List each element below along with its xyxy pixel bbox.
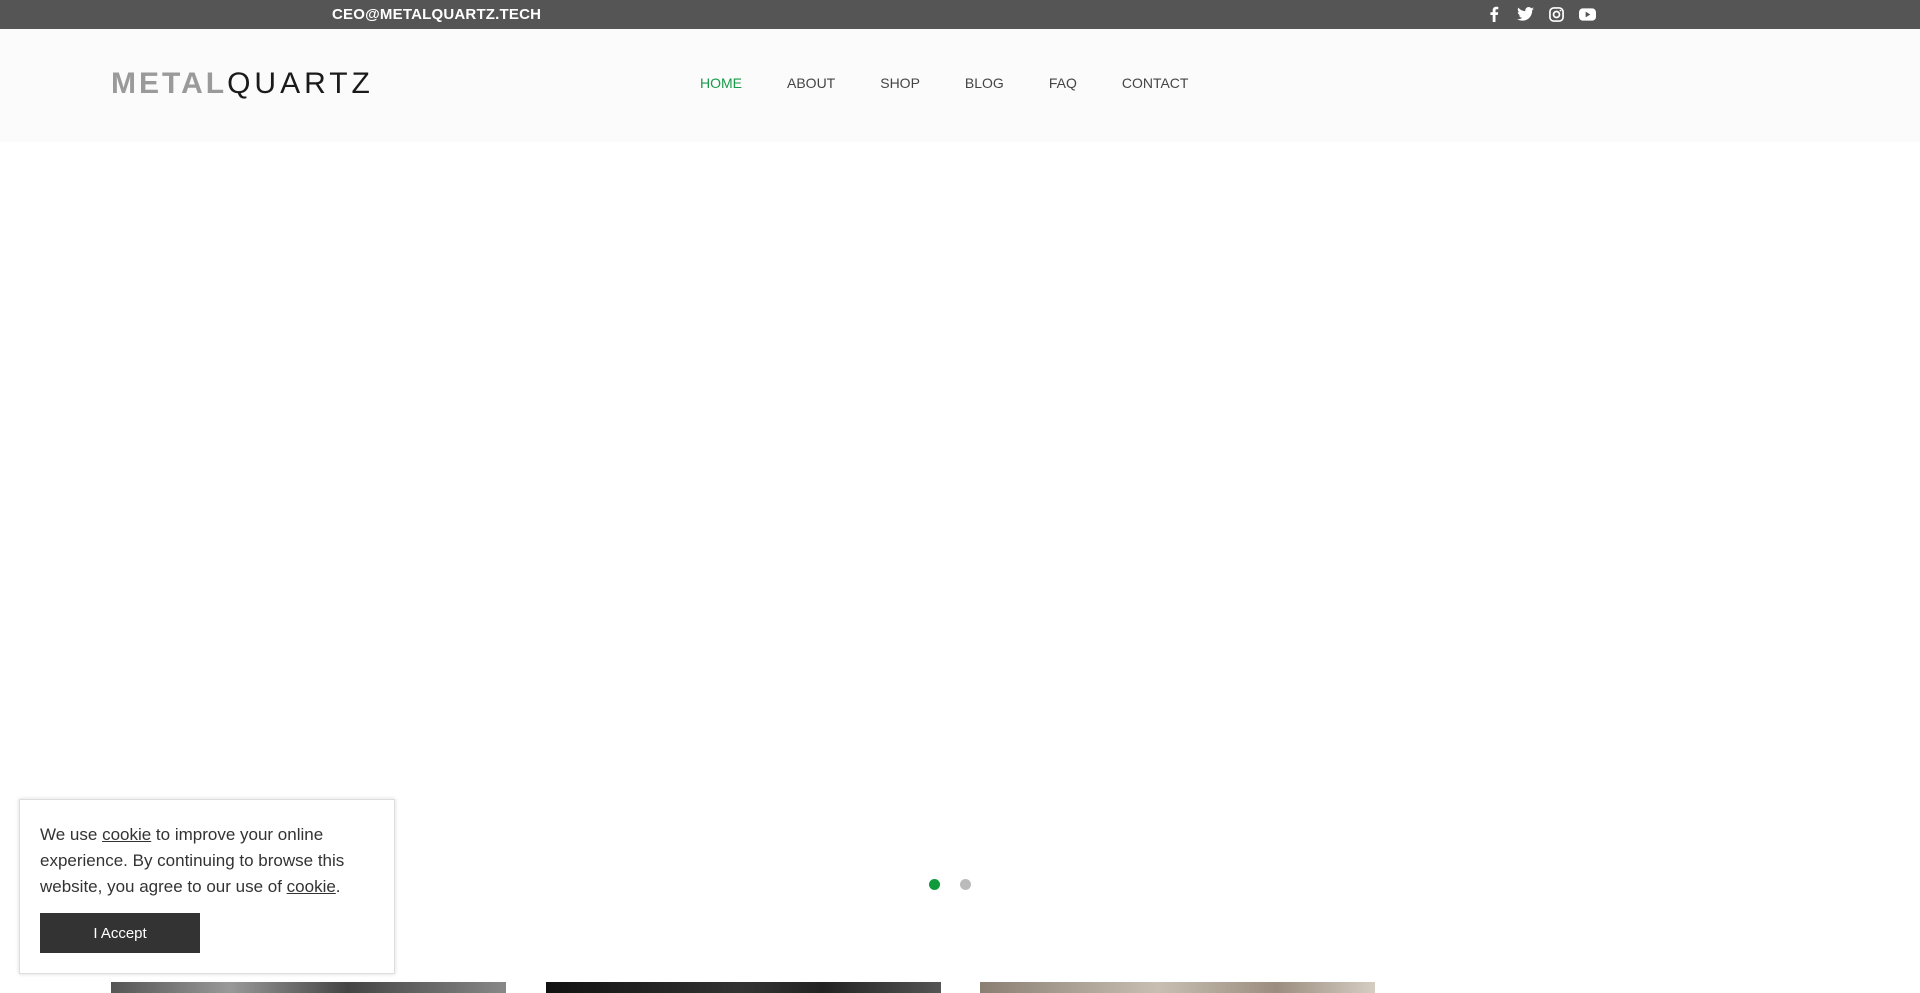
top-bar: CEO@METALQUARTZ.TECH: [0, 0, 1920, 29]
twitter-icon[interactable]: [1515, 5, 1535, 23]
cookie-message: We use cookie to improve your online exp…: [40, 825, 345, 896]
slider-dot-2[interactable]: [960, 879, 971, 890]
nav-shop[interactable]: SHOP: [880, 75, 920, 91]
nav-faq[interactable]: FAQ: [1049, 75, 1077, 91]
social-links: [1484, 5, 1597, 23]
instagram-icon[interactable]: [1546, 5, 1566, 23]
nav-blog[interactable]: BLOG: [965, 75, 1004, 91]
cookie-banner: We use cookie to improve your online exp…: [19, 799, 395, 974]
nav-about[interactable]: ABOUT: [787, 75, 835, 91]
featured-image[interactable]: [980, 982, 1375, 993]
featured-images: [0, 982, 1920, 993]
nav-contact[interactable]: CONTACT: [1122, 75, 1189, 91]
facebook-icon[interactable]: [1484, 5, 1504, 23]
slider-dots: [929, 879, 971, 890]
cookie-link[interactable]: cookie: [102, 825, 151, 844]
featured-image[interactable]: [111, 982, 506, 993]
contact-email[interactable]: CEO@METALQUARTZ.TECH: [332, 6, 541, 23]
slider-dot-1[interactable]: [929, 879, 940, 890]
site-header: METALQUARTZ HOME ABOUT SHOP BLOG FAQ CON…: [0, 29, 1920, 142]
youtube-icon[interactable]: [1577, 5, 1597, 23]
site-logo[interactable]: METALQUARTZ: [111, 69, 374, 99]
featured-image[interactable]: [546, 982, 941, 993]
main-nav: HOME ABOUT SHOP BLOG FAQ CONTACT: [700, 75, 1233, 91]
accept-cookie-button[interactable]: I Accept: [40, 913, 200, 953]
cookie-link[interactable]: cookie: [287, 877, 336, 896]
nav-home[interactable]: HOME: [700, 75, 742, 91]
